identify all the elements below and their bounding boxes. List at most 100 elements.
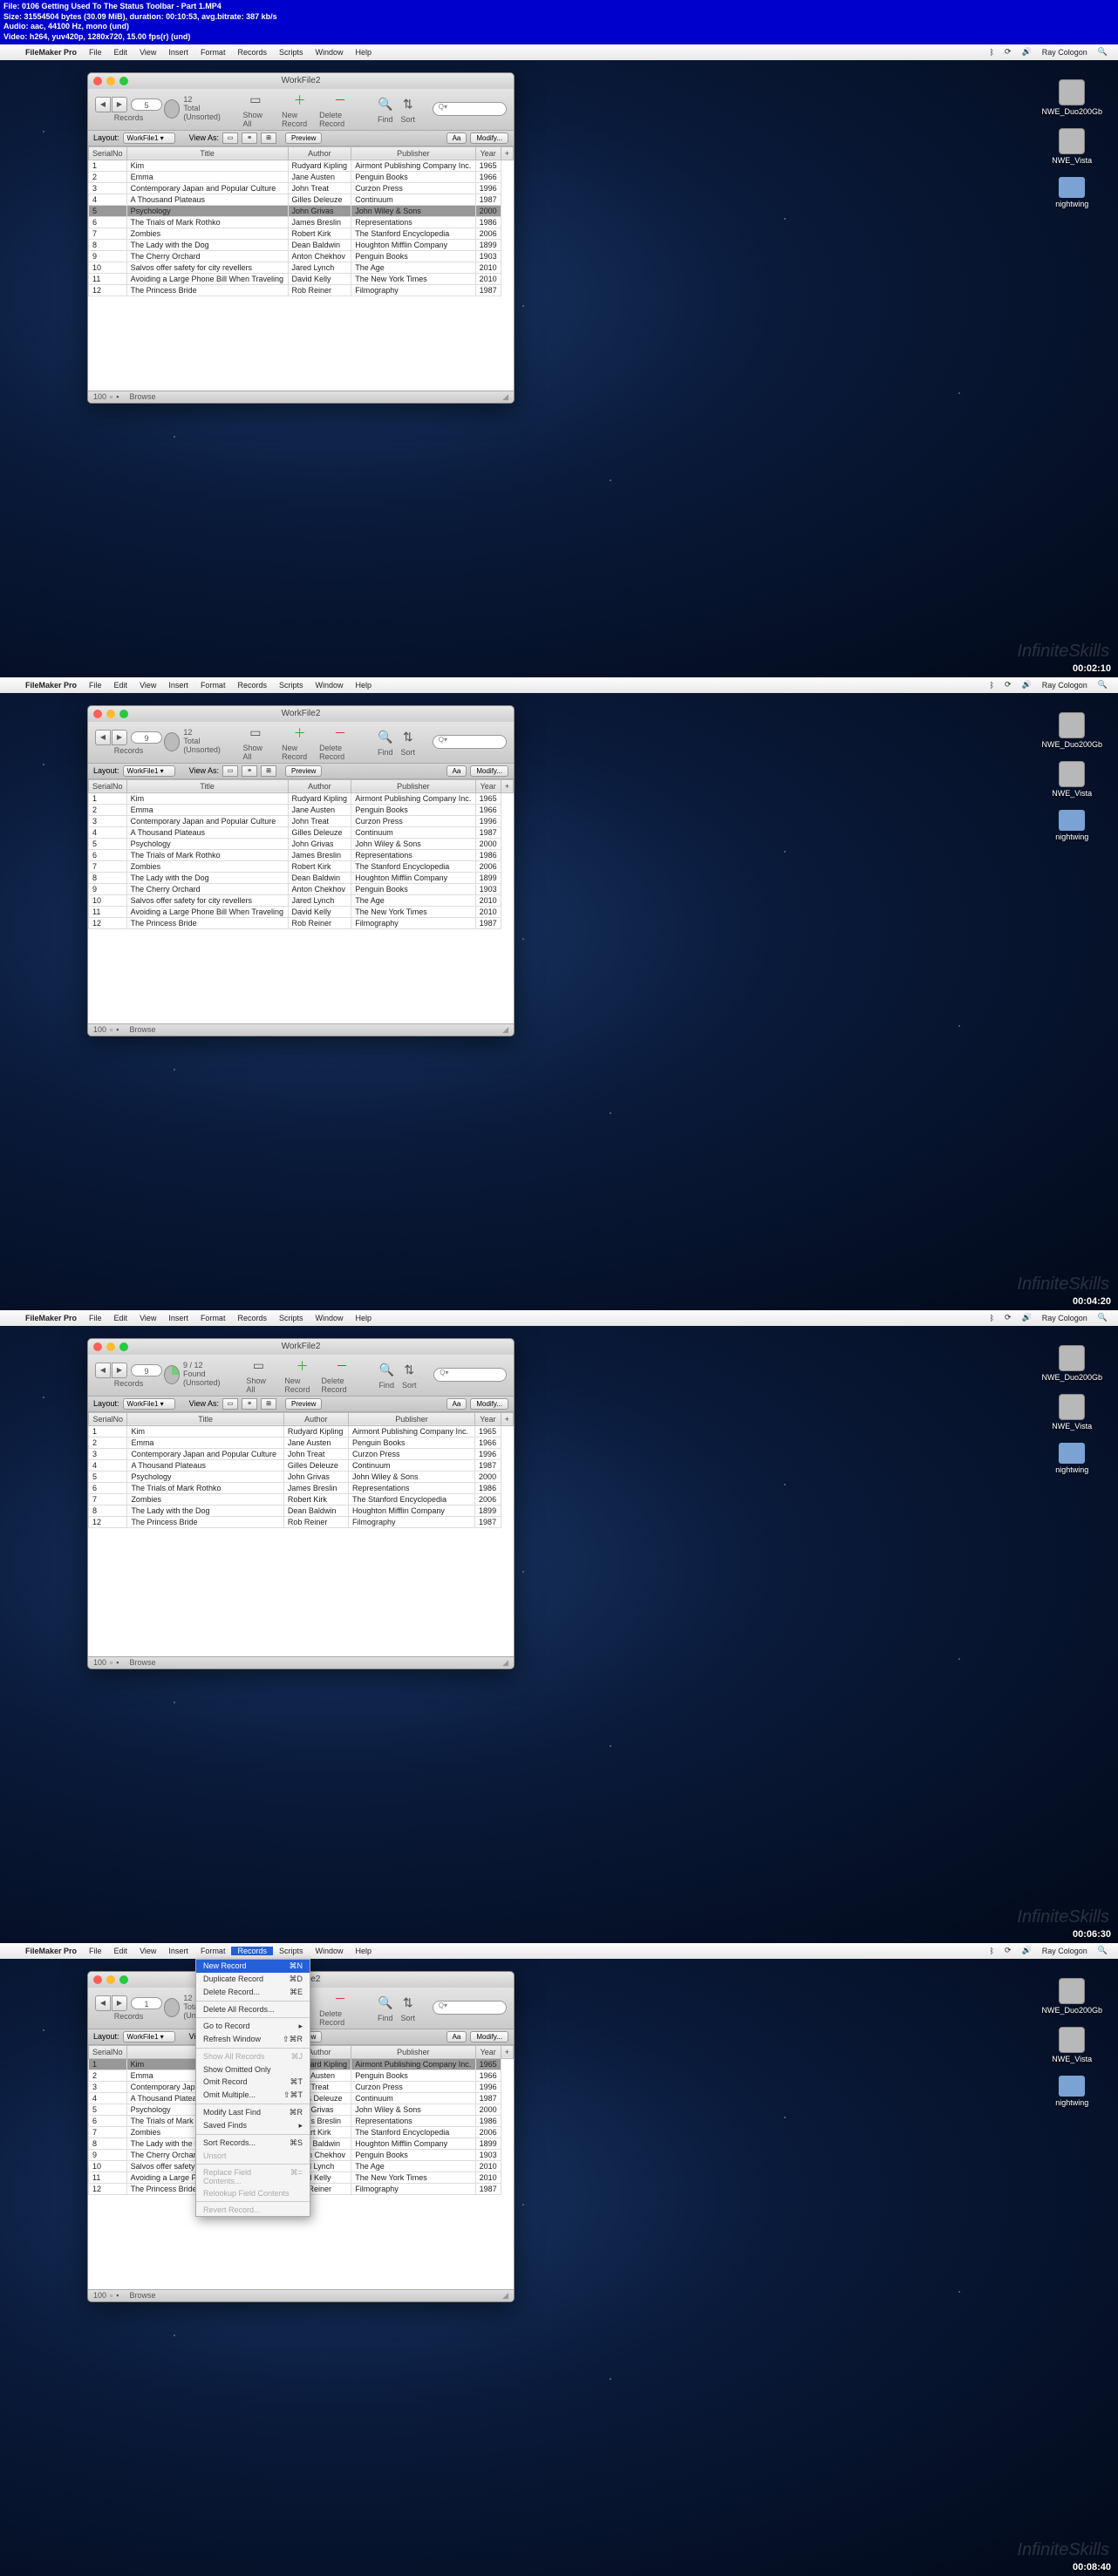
menu-edit[interactable]: Edit: [108, 48, 134, 57]
table-cell[interactable]: 2000: [475, 205, 501, 216]
table-cell[interactable]: The Stanford Encyclopedia: [351, 860, 475, 872]
table-cell[interactable]: 2010: [475, 2160, 501, 2172]
column-header[interactable]: Publisher: [351, 146, 475, 160]
zoom-level[interactable]: 100: [93, 2291, 106, 2300]
menu-item[interactable]: Sort Records...⌘S: [196, 2137, 310, 2150]
table-cell[interactable]: 1899: [475, 239, 501, 250]
table-cell[interactable]: Rudyard Kipling: [288, 792, 351, 804]
table-row[interactable]: 1KimRudyard KiplingAirmont Publishing Co…: [89, 160, 514, 171]
sort-button[interactable]: ⇅Sort: [399, 1361, 419, 1390]
table-cell[interactable]: John Treat: [288, 182, 351, 194]
table-cell[interactable]: Kim: [126, 160, 288, 171]
column-header[interactable]: Year: [475, 1412, 501, 1425]
menu-window[interactable]: Window: [309, 681, 349, 690]
table-cell[interactable]: 5: [89, 2104, 127, 2115]
menu-item[interactable]: Go to Record▸: [196, 2020, 310, 2033]
show-all-button[interactable]: ▭Show All: [246, 1356, 270, 1394]
drive-icon[interactable]: NWE_Duo200Gb: [1041, 712, 1102, 749]
table-cell[interactable]: 12: [89, 2183, 127, 2194]
menu-scripts[interactable]: Scripts: [273, 681, 310, 690]
table-cell[interactable]: 2006: [475, 860, 501, 872]
delete-record-button[interactable]: －Delete Record: [322, 1356, 363, 1394]
user-name[interactable]: Ray Cologon: [1039, 48, 1091, 57]
find-button[interactable]: 🔍Find: [376, 1361, 397, 1390]
drive-icon[interactable]: NWE_Vista: [1052, 128, 1092, 165]
table-cell[interactable]: 11: [89, 273, 127, 284]
table-cell[interactable]: 1899: [475, 2138, 501, 2149]
volume-icon[interactable]: 🔊: [1019, 1313, 1035, 1322]
search-field[interactable]: Q▾: [433, 1368, 507, 1382]
table-cell[interactable]: Contemporary Japan and Popular Culture: [127, 1448, 283, 1459]
preview-button[interactable]: Preview: [285, 1398, 322, 1410]
table-row[interactable]: 7ZombiesRobert KirkThe Stanford Encyclop…: [89, 860, 514, 872]
table-cell[interactable]: A Thousand Plateaus: [126, 826, 288, 838]
table-cell[interactable]: John Wiley & Sons: [351, 838, 475, 849]
pie-icon[interactable]: [164, 1365, 180, 1384]
menu-window[interactable]: Window: [309, 1314, 349, 1322]
table-cell[interactable]: The Stanford Encyclopedia: [351, 228, 475, 239]
table-cell[interactable]: 1: [89, 160, 127, 171]
next-record-button[interactable]: ▶: [112, 1995, 127, 2011]
table-cell[interactable]: Robert Kirk: [288, 860, 351, 872]
table-cell[interactable]: 1986: [475, 2115, 501, 2126]
table-row[interactable]: 4A Thousand PlateausGilles DeleuzeContin…: [89, 826, 514, 838]
column-header[interactable]: Author: [288, 146, 351, 160]
menu-insert[interactable]: Insert: [162, 681, 194, 690]
bluetooth-icon[interactable]: ᛒ: [986, 1314, 998, 1322]
record-counter[interactable]: 1: [131, 1997, 162, 2009]
table-cell[interactable]: John Treat: [288, 815, 351, 826]
preview-button[interactable]: Preview: [285, 133, 322, 144]
table-cell[interactable]: 2: [89, 1437, 127, 1448]
app-name[interactable]: FileMaker Pro: [19, 1947, 83, 1955]
table-cell[interactable]: 2006: [475, 1493, 501, 1505]
drive-icon[interactable]: NWE_Duo200Gb: [1041, 79, 1102, 116]
table-cell[interactable]: 1965: [475, 2058, 501, 2070]
table-cell[interactable]: The Princess Bride: [127, 1516, 283, 1527]
table-row[interactable]: 1KimRudyard KiplingAirmont Publishing Co…: [89, 792, 514, 804]
menu-item[interactable]: Delete Record...⌘E: [196, 1986, 310, 1999]
aa-button[interactable]: Aa: [447, 133, 467, 144]
table-cell[interactable]: Penguin Books: [351, 804, 475, 815]
table-row[interactable]: 5PsychologyJohn GrivasJohn Wiley & Sons2…: [89, 838, 514, 849]
table-cell[interactable]: Avoiding a Large Phone Bill When Traveli…: [126, 273, 288, 284]
prev-record-button[interactable]: ◀: [95, 97, 111, 112]
app-name[interactable]: FileMaker Pro: [19, 681, 83, 690]
menu-view[interactable]: View: [133, 681, 162, 690]
menu-scripts[interactable]: Scripts: [273, 1947, 310, 1955]
menu-item[interactable]: Show Omitted Only: [196, 2063, 310, 2076]
sort-button[interactable]: ⇅Sort: [398, 1994, 419, 2022]
table-cell[interactable]: 7: [89, 860, 127, 872]
menu-insert[interactable]: Insert: [162, 48, 194, 57]
table-cell[interactable]: Houghton Mifflin Company: [348, 1505, 474, 1516]
table-cell[interactable]: 2010: [475, 273, 501, 284]
table-row[interactable]: 4A Thousand PlateausGilles DeleuzeContin…: [89, 1459, 514, 1471]
table-cell[interactable]: Zombies: [126, 860, 288, 872]
table-cell[interactable]: Kim: [126, 792, 288, 804]
layout-combo[interactable]: WorkFile1 ▾: [123, 765, 175, 777]
add-column-button[interactable]: +: [501, 146, 513, 160]
table-cell[interactable]: 1987: [475, 2183, 501, 2194]
layout-combo[interactable]: WorkFile1 ▾: [123, 2031, 175, 2042]
resize-handle[interactable]: ◢: [502, 1025, 508, 1035]
table-cell[interactable]: 1987: [475, 826, 501, 838]
table-row[interactable]: 7ZombiesRobert KirkThe Stanford Encyclop…: [89, 228, 514, 239]
column-header[interactable]: SerialNo: [89, 1412, 127, 1425]
view-form-button[interactable]: ▭: [222, 133, 238, 144]
table-cell[interactable]: Dean Baldwin: [283, 1505, 348, 1516]
drive-icon[interactable]: NWE_Duo200Gb: [1041, 1345, 1102, 1382]
table-cell[interactable]: John Wiley & Sons: [351, 2104, 475, 2115]
table-cell[interactable]: The Trials of Mark Rothko: [127, 1482, 283, 1493]
table-cell[interactable]: 2010: [475, 894, 501, 906]
table-row[interactable]: 9The Cherry OrchardAnton ChekhovPenguin …: [89, 883, 514, 894]
column-header[interactable]: Author: [288, 779, 351, 792]
table-cell[interactable]: 1987: [475, 2092, 501, 2104]
table-row[interactable]: 6The Trials of Mark RothkoJames BreslinR…: [89, 1482, 514, 1493]
table-cell[interactable]: Avoiding a Large Phone Bill When Traveli…: [126, 906, 288, 917]
delete-record-button[interactable]: －Delete Record: [319, 91, 361, 128]
table-row[interactable]: 6The Trials of Mark RothkoJames BreslinR…: [89, 216, 514, 228]
table-cell[interactable]: 4: [89, 1459, 127, 1471]
zoom-level[interactable]: 100: [93, 392, 106, 401]
table-row[interactable]: 10Salvos offer safety for city revellers…: [89, 894, 514, 906]
table-cell[interactable]: Rob Reiner: [288, 917, 351, 928]
menu-edit[interactable]: Edit: [108, 1314, 134, 1322]
